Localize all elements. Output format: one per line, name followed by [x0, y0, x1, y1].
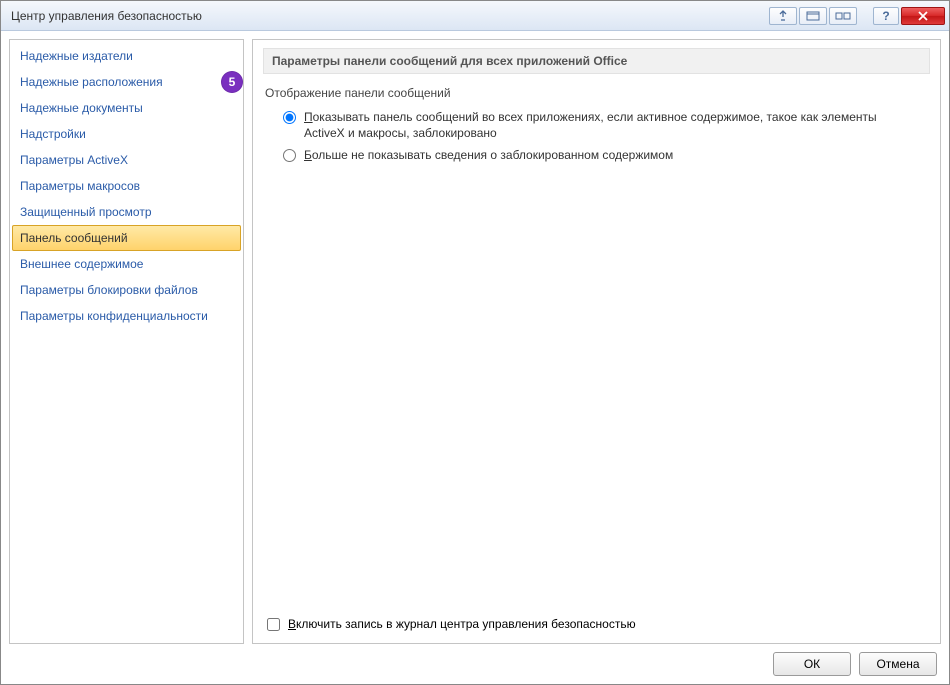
section-heading: Параметры панели сообщений для всех прил… — [263, 48, 930, 74]
logging-checkbox[interactable] — [267, 618, 280, 631]
restore-button-2[interactable] — [829, 7, 857, 25]
sidebar-item[interactable]: Панель сообщений — [12, 225, 241, 251]
sidebar-item-label: Надежные расположения — [20, 75, 163, 89]
split-panels: Надежные издателиНадежные расположения5Н… — [9, 39, 941, 644]
sidebar-item[interactable]: Надежные документы — [12, 95, 241, 121]
sidebar-item[interactable]: Параметры конфиденциальности — [12, 303, 241, 329]
help-icon: ? — [882, 9, 889, 23]
sidebar-item-label: Параметры конфиденциальности — [20, 309, 208, 323]
close-button[interactable] — [901, 7, 945, 25]
section-subheading: Отображение панели сообщений — [265, 86, 930, 100]
sidebar-item-label: Внешнее содержимое — [20, 257, 143, 271]
category-sidebar: Надежные издателиНадежные расположения5Н… — [9, 39, 244, 644]
sidebar-item[interactable]: Надежные расположения 5 — [12, 69, 241, 95]
trust-center-window: Центр управления безопасностью ? Надежны… — [0, 0, 950, 685]
radio-input[interactable] — [283, 149, 296, 162]
sidebar-item-label: Параметры блокировки файлов — [20, 283, 198, 297]
sidebar-item[interactable]: Параметры блокировки файлов — [12, 277, 241, 303]
radio-label[interactable]: Показывать панель сообщений во всех прил… — [304, 109, 904, 141]
sidebar-item[interactable]: Параметры макросов — [12, 173, 241, 199]
radio-label[interactable]: Больше не показывать сведения о заблокир… — [304, 147, 673, 163]
sidebar-item-label: Надстройки — [20, 127, 86, 141]
main-panel: Параметры панели сообщений для всех прил… — [252, 39, 941, 644]
sidebar-item[interactable]: Внешнее содержимое — [12, 251, 241, 277]
sidebar-item-label: Параметры макросов — [20, 179, 140, 193]
logging-checkbox-label[interactable]: Включить запись в журнал центра управлен… — [288, 617, 636, 631]
titlebar: Центр управления безопасностью ? — [1, 1, 949, 31]
sidebar-item[interactable]: Параметры ActiveX — [12, 147, 241, 173]
radio-input[interactable] — [283, 111, 296, 124]
pin-button[interactable] — [769, 7, 797, 25]
sidebar-item-label: Параметры ActiveX — [20, 153, 128, 167]
sidebar-item-label: Панель сообщений — [20, 231, 128, 245]
window-title: Центр управления безопасностью — [11, 9, 202, 23]
close-icon — [917, 11, 929, 21]
ok-button[interactable]: ОК — [773, 652, 851, 676]
sidebar-item-label: Надежные документы — [20, 101, 143, 115]
dialog-footer: ОК Отмена — [9, 644, 941, 676]
window-controls: ? — [769, 7, 945, 25]
logging-checkbox-row: Включить запись в журнал центра управлен… — [267, 616, 930, 631]
message-bar-radio-group: Показывать панель сообщений во всех прил… — [283, 106, 930, 167]
radio-option: Показывать панель сообщений во всех прил… — [283, 106, 930, 144]
client-area: Надежные издателиНадежные расположения5Н… — [1, 31, 949, 684]
sidebar-item-label: Защищенный просмотр — [20, 205, 152, 219]
step-badge: 5 — [221, 71, 243, 93]
sidebar-item-label: Надежные издатели — [20, 49, 133, 63]
sidebar-item[interactable]: Надстройки — [12, 121, 241, 147]
restore-button-1[interactable] — [799, 7, 827, 25]
cancel-button[interactable]: Отмена — [859, 652, 937, 676]
help-button[interactable]: ? — [873, 7, 899, 25]
sidebar-item[interactable]: Надежные издатели — [12, 43, 241, 69]
radio-option: Больше не показывать сведения о заблокир… — [283, 144, 930, 166]
sidebar-item[interactable]: Защищенный просмотр — [12, 199, 241, 225]
